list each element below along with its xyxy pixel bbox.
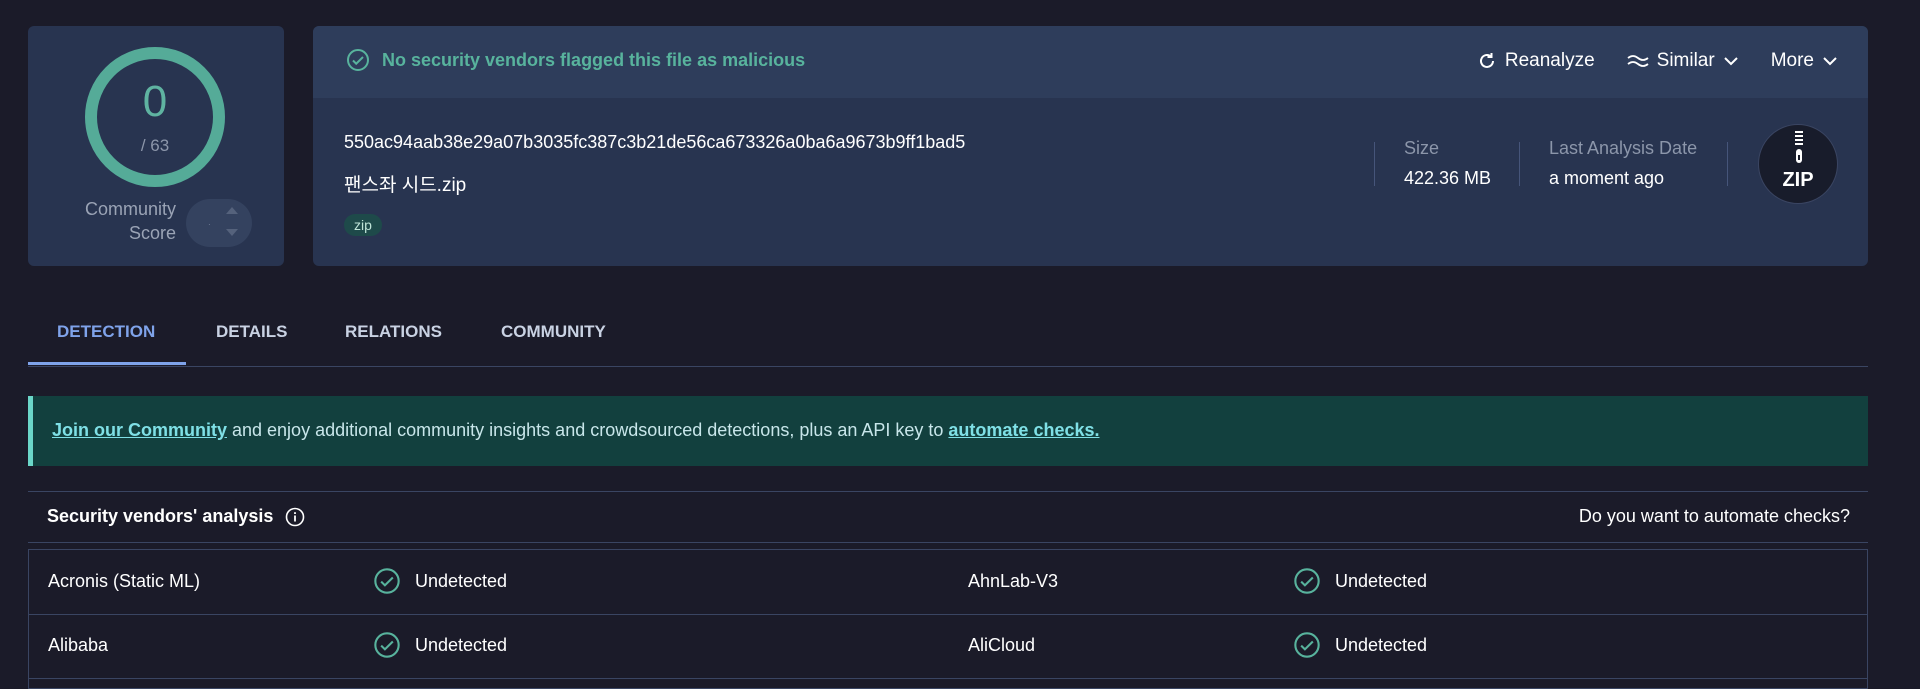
file-name: 팬스좌 시드.zip <box>344 175 467 196</box>
vendor-name: Acronis (Static ML) <box>48 571 201 591</box>
tab-relations[interactable]: RELATIONS <box>345 322 442 342</box>
meta-divider <box>1727 142 1728 186</box>
more-button[interactable]: More <box>1771 50 1838 72</box>
size-label: Size <box>1404 138 1440 158</box>
info-icon[interactable] <box>285 507 305 527</box>
vote-value: · <box>208 220 211 229</box>
automate-checks-link[interactable]: automate checks. <box>948 420 1099 440</box>
file-type-badge: ZIP <box>1758 124 1838 204</box>
check-circle-icon <box>1294 568 1320 594</box>
join-community-link[interactable]: Join our Community <box>52 420 227 440</box>
community-banner: Join our Community and enjoy additional … <box>28 396 1868 466</box>
size-value: 422.36 MB <box>1404 168 1492 188</box>
file-hash[interactable]: 550ac94aab38e29a07b3035fc387c3b21de56ca6… <box>344 132 965 153</box>
automate-checks-link[interactable]: Do you want to automate checks? <box>1579 506 1850 527</box>
report-tabs: DETECTION DETAILS RELATIONS COMMUNITY <box>28 298 1868 367</box>
community-score-card: 0 / 63 Community Score · <box>28 26 284 266</box>
vendor-name: AhnLab-V3 <box>968 571 1059 591</box>
meta-divider <box>1374 142 1375 186</box>
vote-down-icon[interactable] <box>226 229 238 236</box>
reanalyze-button[interactable]: Reanalyze <box>1477 50 1595 72</box>
meta-divider <box>1519 142 1520 186</box>
more-label: More <box>1770 50 1814 71</box>
banner-text: Join our Community and enjoy additional … <box>52 420 1100 441</box>
file-summary-panel: No security vendors flagged this file as… <box>313 26 1868 266</box>
community-label-line1: Community <box>84 199 176 219</box>
check-circle-icon <box>374 632 400 658</box>
vendor-result: Undetected <box>373 631 507 659</box>
engine-total: / 63 <box>140 136 170 155</box>
vendor-result-text: Undetected <box>1335 570 1428 591</box>
table-row: Acronis (Static ML) Undetected AhnLab-V3… <box>29 550 1867 615</box>
detection-count: 0 <box>142 77 168 126</box>
tab-community[interactable]: COMMUNITY <box>501 322 606 342</box>
last-analysis-label: Last Analysis Date <box>1549 138 1698 158</box>
vendors-header: Security vendors' analysis Do you want t… <box>28 491 1868 543</box>
check-circle-icon <box>1294 632 1320 658</box>
vendor-result: Undetected <box>373 567 507 595</box>
banner-middle-text: and enjoy additional community insights … <box>227 420 949 440</box>
vendor-result: Undetected <box>1293 567 1427 595</box>
tab-detection[interactable]: DETECTION <box>57 322 155 342</box>
similar-label: Similar <box>1656 50 1715 71</box>
file-tag[interactable]: zip <box>344 214 382 236</box>
community-score-label: Community Score <box>66 197 176 245</box>
check-circle-icon <box>346 48 370 72</box>
similar-wave-icon <box>1627 53 1649 69</box>
detection-score-ring: 0 / 63 <box>84 46 226 188</box>
refresh-icon <box>1477 51 1497 71</box>
vendor-result-text: Undetected <box>415 634 508 655</box>
active-tab-indicator <box>28 362 186 365</box>
vote-up-icon[interactable] <box>226 207 238 214</box>
community-vote-control[interactable]: · <box>186 199 252 247</box>
similar-button[interactable]: Similar <box>1627 50 1739 72</box>
vendor-name: Alibaba <box>48 635 109 655</box>
file-summary-header: No security vendors flagged this file as… <box>313 26 1868 98</box>
vendor-result-text: Undetected <box>415 570 508 591</box>
status-text: No security vendors flagged this file as… <box>382 49 806 70</box>
tab-details[interactable]: DETAILS <box>216 322 287 342</box>
vendor-results-table: Acronis (Static ML) Undetected AhnLab-V3… <box>28 549 1868 689</box>
vendor-result: Undetected <box>1293 631 1427 659</box>
file-actions: Reanalyze Similar More <box>1477 50 1838 72</box>
zipper-icon <box>1793 131 1805 172</box>
check-circle-icon <box>374 568 400 594</box>
reanalyze-label: Reanalyze <box>1504 50 1595 71</box>
last-analysis-value: a moment ago <box>1549 168 1665 188</box>
chevron-down-icon <box>1822 56 1838 66</box>
table-row: Alibaba Undetected AliCloud Undetected <box>29 614 1867 679</box>
community-label-line2: Score <box>128 223 176 243</box>
vendor-name: AliCloud <box>968 635 1036 655</box>
file-type-label: ZIP <box>1782 169 1814 191</box>
vendor-result-text: Undetected <box>1335 634 1428 655</box>
vendors-title-text: Security vendors' analysis <box>47 506 274 526</box>
chevron-down-icon <box>1723 56 1739 66</box>
detection-status: No security vendors flagged this file as… <box>346 48 805 72</box>
vendors-title: Security vendors' analysis <box>47 506 305 527</box>
